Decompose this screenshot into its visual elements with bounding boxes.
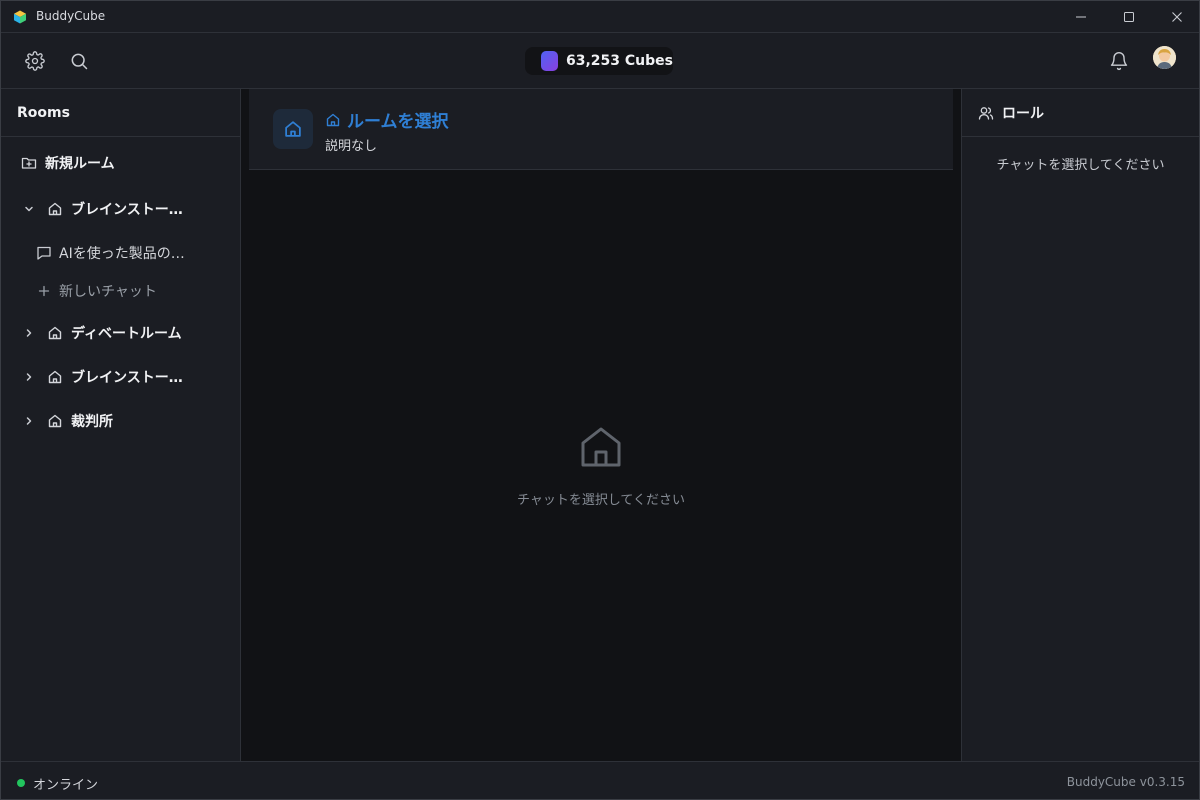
room-name: ディベートルーム: [71, 326, 182, 342]
room-header: ルームを選択 説明なし: [249, 89, 953, 170]
home-icon: [47, 325, 63, 341]
home-icon: [581, 427, 621, 467]
roles-title: ロール: [1002, 105, 1044, 122]
status-bar: オンライン BuddyCube v0.3.15: [1, 761, 1199, 799]
room-name: 裁判所: [71, 414, 113, 430]
new-room-button[interactable]: 新規ルーム: [1, 148, 239, 178]
main-content: ルームを選択 説明なし チャットを選択してください: [241, 89, 961, 761]
home-icon: [47, 413, 63, 429]
notifications-button[interactable]: [1107, 49, 1131, 73]
sidebar-title: Rooms: [1, 89, 240, 137]
maximize-icon: [1124, 12, 1134, 22]
empty-state-message: チャットを選択してください: [516, 493, 686, 508]
sidebar-room-brainstorm-2[interactable]: ブレインストー…: [1, 362, 239, 392]
room-title: ルームを選択: [325, 107, 449, 132]
online-status-dot: [17, 779, 25, 787]
cube-icon: [541, 51, 558, 71]
home-icon: [47, 369, 63, 385]
minimize-button[interactable]: [1057, 1, 1105, 33]
chat-label: AIを使った製品の…: [59, 246, 185, 262]
chevron-right-icon: [21, 413, 37, 429]
home-icon: [285, 121, 301, 137]
sidebar-room-brainstorm-1[interactable]: ブレインストー…: [1, 194, 239, 224]
home-icon: [47, 201, 63, 217]
gear-icon: [25, 51, 45, 71]
rooms-sidebar: Rooms 新規ルーム ブレインストー… AIを使った製品の… 新しいチャット …: [1, 89, 241, 761]
chevron-down-icon: [21, 201, 37, 217]
close-button[interactable]: [1153, 1, 1200, 33]
chevron-right-icon: [21, 369, 37, 385]
plus-icon: [36, 283, 52, 299]
roles-empty-message: チャットを選択してください: [996, 158, 1165, 173]
app-logo-icon: [14, 10, 26, 24]
users-icon: [978, 106, 994, 120]
user-avatar[interactable]: [1153, 46, 1176, 69]
chevron-right-icon: [21, 325, 37, 341]
bell-icon: [1110, 52, 1128, 71]
maximize-button[interactable]: [1105, 1, 1153, 33]
minimize-icon: [1076, 16, 1086, 18]
avatar-image: [1153, 46, 1176, 69]
sidebar-room-debate[interactable]: ディベートルーム: [1, 318, 239, 348]
title-bar: BuddyCube: [1, 1, 1199, 33]
window-title: BuddyCube: [36, 9, 106, 23]
new-chat-label: 新しいチャット: [59, 284, 157, 300]
sidebar-room-court[interactable]: 裁判所: [1, 406, 239, 436]
settings-button[interactable]: [23, 49, 47, 73]
room-description: 説明なし: [325, 139, 378, 154]
connection-status: オンライン: [33, 778, 99, 793]
cubes-balance[interactable]: 63,253 Cubes: [525, 47, 673, 75]
room-name: ブレインストー…: [71, 202, 183, 218]
close-icon: [1172, 12, 1182, 22]
home-icon: [326, 113, 340, 126]
new-room-label: 新規ルーム: [45, 156, 115, 172]
roles-panel: ロール チャットを選択してください: [961, 89, 1199, 761]
room-avatar: [273, 109, 313, 149]
room-title-text: ルームを選択: [347, 112, 449, 132]
room-name: ブレインストー…: [71, 370, 183, 386]
search-button[interactable]: [67, 49, 91, 73]
top-toolbar: 63,253 Cubes: [1, 33, 1199, 89]
folder-plus-icon: [21, 155, 37, 171]
sidebar-chat-item[interactable]: AIを使った製品の…: [1, 238, 239, 268]
cubes-count: 63,253 Cubes: [566, 53, 673, 69]
app-window: BuddyCube 63,253 Cubes Rooms 新規ルーム ブレインス…: [0, 0, 1200, 800]
search-icon: [71, 53, 88, 70]
message-icon: [36, 245, 52, 261]
new-chat-button[interactable]: 新しいチャット: [1, 276, 239, 306]
app-version: BuddyCube v0.3.15: [1066, 775, 1185, 789]
roles-header: ロール: [962, 89, 1199, 137]
